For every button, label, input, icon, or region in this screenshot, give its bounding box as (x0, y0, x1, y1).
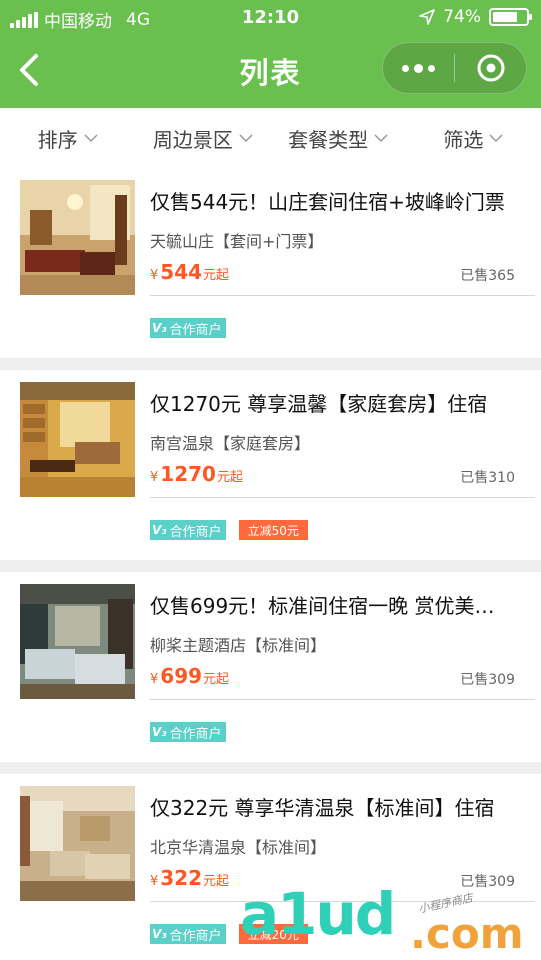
nav-bar: 列表 (0, 36, 541, 108)
section-separator (0, 560, 541, 572)
location-arrow-icon (419, 9, 436, 25)
divider (150, 901, 535, 902)
item-title: 仅1270元 尊享温馨【家庭套房】住宿 (150, 392, 488, 416)
list-item[interactable]: 仅售544元！山庄套间住宿+坡峰岭门票 天毓山庄【套间+门票】 ¥ 544 元起… (0, 168, 541, 358)
sold-count: 已售309 (460, 672, 515, 688)
discount-badge: 立减20元 (238, 924, 308, 944)
battery-fill (493, 12, 517, 22)
price-suffix: 元起 (216, 470, 243, 485)
hotel-photo (20, 584, 135, 699)
partner-badge: V₃ 合作商户 (150, 722, 226, 742)
divider (150, 699, 535, 700)
price-value: 1270 (160, 462, 216, 486)
status-bar: 中国移动 4G 12:10 74% (0, 0, 541, 36)
price-suffix: 元起 (203, 672, 230, 687)
item-price: ¥ 699 元起 (150, 664, 229, 688)
tag-row: V₃ 合作商户 (150, 318, 226, 338)
chevron-down-icon (489, 134, 503, 143)
filter-sort-label: 排序 (37, 127, 78, 152)
v3-mark: V₃ (152, 321, 167, 335)
currency-symbol: ¥ (150, 470, 159, 485)
divider (150, 497, 535, 498)
item-subtitle: 天毓山庄【套间+门票】 (150, 232, 324, 251)
v3-mark: V₃ (152, 927, 167, 941)
more-dots-icon (402, 63, 435, 73)
tag-row: V₃ 合作商户 立减50元 (150, 520, 308, 540)
item-subtitle: 柳桨主题酒店【标准间】 (150, 636, 327, 655)
currency-symbol: ¥ (150, 268, 159, 283)
battery-percent: 74% (443, 7, 481, 27)
hotel-photo (20, 180, 135, 295)
sold-count: 已售310 (460, 470, 515, 486)
partner-badge: V₃ 合作商户 (150, 318, 226, 338)
product-list: 仅售544元！山庄套间住宿+坡峰岭门票 天毓山庄【套间+门票】 ¥ 544 元起… (0, 168, 541, 960)
chevron-down-icon (239, 134, 253, 143)
currency-symbol: ¥ (150, 672, 159, 687)
tag-row: V₃ 合作商户 立减20元 (150, 924, 308, 944)
chevron-down-icon (374, 134, 388, 143)
price-suffix: 元起 (203, 874, 230, 889)
more-button[interactable] (383, 43, 454, 93)
tag-row: V₃ 合作商户 (150, 722, 226, 742)
section-separator (0, 762, 541, 774)
divider (150, 295, 535, 296)
status-right: 74% (419, 7, 532, 27)
close-button[interactable] (455, 43, 526, 93)
item-price: ¥ 1270 元起 (150, 462, 243, 486)
item-price: ¥ 322 元起 (150, 866, 229, 890)
list-item[interactable]: 仅售699元！标准间住宿一晚 赏优美风景 柳桨主题酒店【标准间】 ¥ 699 元… (0, 572, 541, 762)
discount-badge: 立减50元 (238, 520, 308, 540)
filter-sort[interactable]: 排序 (0, 108, 135, 168)
price-value: 544 (160, 260, 203, 284)
filter-nearby-scenic[interactable]: 周边景区 (135, 108, 270, 168)
v3-mark: V₃ (152, 725, 167, 739)
chevron-down-icon (84, 134, 98, 143)
filter-package-type[interactable]: 套餐类型 (271, 108, 406, 168)
item-title: 仅售544元！山庄套间住宿+坡峰岭门票 (150, 190, 505, 214)
target-circle-icon (477, 54, 504, 82)
price-value: 699 (160, 664, 203, 688)
partner-badge-label: 合作商户 (169, 928, 222, 944)
hotel-photo (20, 382, 135, 497)
partner-badge: V₃ 合作商户 (150, 520, 226, 540)
currency-symbol: ¥ (150, 874, 159, 889)
filter-screen[interactable]: 筛选 (406, 108, 541, 168)
item-subtitle: 北京华清温泉【标准间】 (150, 838, 327, 857)
partner-badge-label: 合作商户 (169, 726, 222, 742)
battery-icon (489, 8, 532, 26)
partner-badge-label: 合作商户 (169, 322, 222, 338)
filter-nearby-label: 周边景区 (152, 127, 233, 152)
partner-badge: V₃ 合作商户 (150, 924, 226, 944)
price-value: 322 (160, 866, 203, 890)
list-item[interactable]: 仅1270元 尊享温馨【家庭套房】住宿 南宫温泉【家庭套房】 ¥ 1270 元起… (0, 370, 541, 560)
sold-count: 已售365 (460, 268, 515, 284)
item-price: ¥ 544 元起 (150, 260, 229, 284)
item-title: 仅322元 尊享华清温泉【标准间】住宿 (150, 796, 495, 820)
top-header: 中国移动 4G 12:10 74% 列表 (0, 0, 541, 108)
item-subtitle: 南宫温泉【家庭套房】 (150, 434, 311, 453)
price-suffix: 元起 (203, 268, 230, 283)
v3-mark: V₃ (152, 523, 167, 537)
filter-bar: 排序 周边景区 套餐类型 筛选 (0, 108, 541, 168)
section-separator (0, 358, 541, 370)
mini-program-capsule (382, 42, 527, 94)
item-title: 仅售699元！标准间住宿一晚 赏优美风景 (150, 594, 513, 618)
filter-screen-label: 筛选 (443, 127, 484, 152)
list-item[interactable]: 仅322元 尊享华清温泉【标准间】住宿 北京华清温泉【标准间】 ¥ 322 元起… (0, 774, 541, 960)
partner-badge-label: 合作商户 (169, 524, 222, 540)
filter-package-label: 套餐类型 (288, 127, 369, 152)
hotel-photo (20, 786, 135, 901)
sold-count: 已售309 (460, 874, 515, 890)
